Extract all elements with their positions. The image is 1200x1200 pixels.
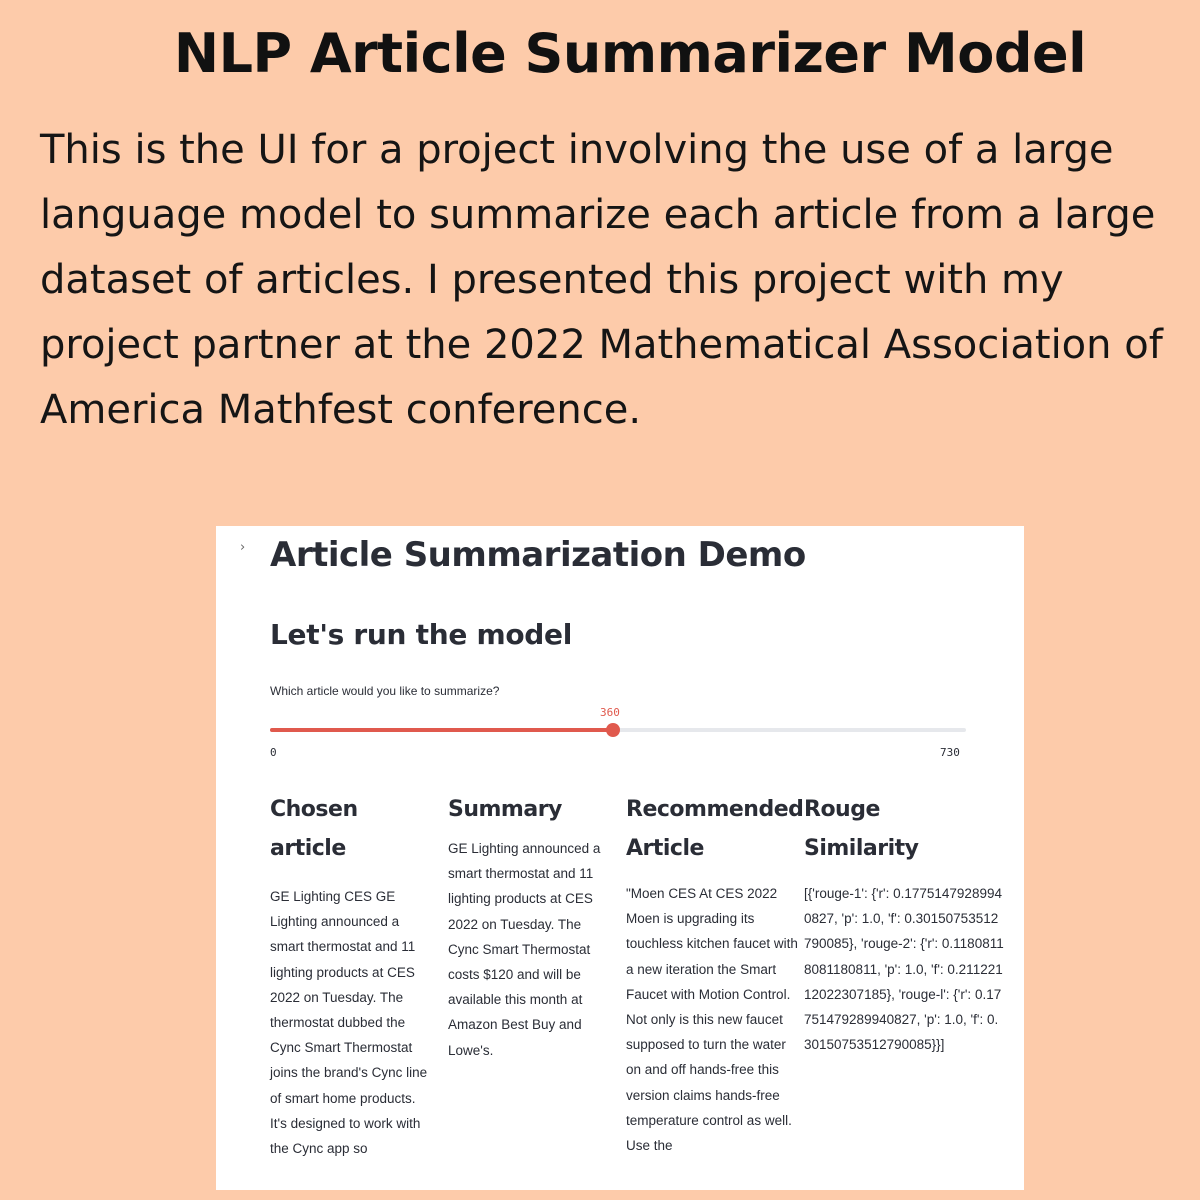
section-heading: Let's run the model (270, 618, 573, 651)
article-slider[interactable] (270, 723, 966, 737)
rouge-similarity-text: [{'rouge-1': {'r': 0.17751479289940827, … (804, 886, 1004, 1053)
summary-heading: Summary (448, 797, 562, 822)
chosen-article-column: Chosen article GE Lighting CES GE Lighti… (270, 790, 430, 1161)
chosen-article-text: GE Lighting CES GE Lighting announced a … (270, 889, 428, 1157)
recommended-article-column: Recommended Article "Moen CES At CES 202… (626, 790, 804, 1158)
slider-fill (270, 728, 614, 732)
rouge-similarity-heading: Rouge Similarity (804, 797, 919, 861)
slider-label: Which article would you like to summariz… (270, 684, 500, 698)
summary-text: GE Lighting announced a smart thermostat… (448, 841, 601, 1058)
poster-description: This is the UI for a project involving t… (40, 127, 1163, 433)
app-title: Article Summarization Demo (270, 535, 806, 575)
poster-title: NLP Article Summarizer Model (173, 22, 1087, 85)
slider-max-label: 730 (940, 746, 960, 759)
app-screenshot: › Article Summarization Demo Let's run t… (216, 526, 1024, 1190)
slider-current-value: 360 (600, 706, 620, 719)
chosen-article-heading: Chosen article (270, 797, 358, 861)
slider-min-label: 0 (270, 746, 277, 759)
recommended-article-heading: Recommended Article (626, 797, 804, 861)
chevron-right-icon[interactable]: › (240, 540, 245, 555)
rouge-similarity-column: Rouge Similarity [{'rouge-1': {'r': 0.17… (804, 790, 1004, 1057)
recommended-article-text: "Moen CES At CES 2022 Moen is upgrading … (626, 886, 798, 1154)
slider-thumb[interactable] (606, 723, 621, 737)
summary-column: Summary GE Lighting announced a smart th… (448, 790, 612, 1063)
